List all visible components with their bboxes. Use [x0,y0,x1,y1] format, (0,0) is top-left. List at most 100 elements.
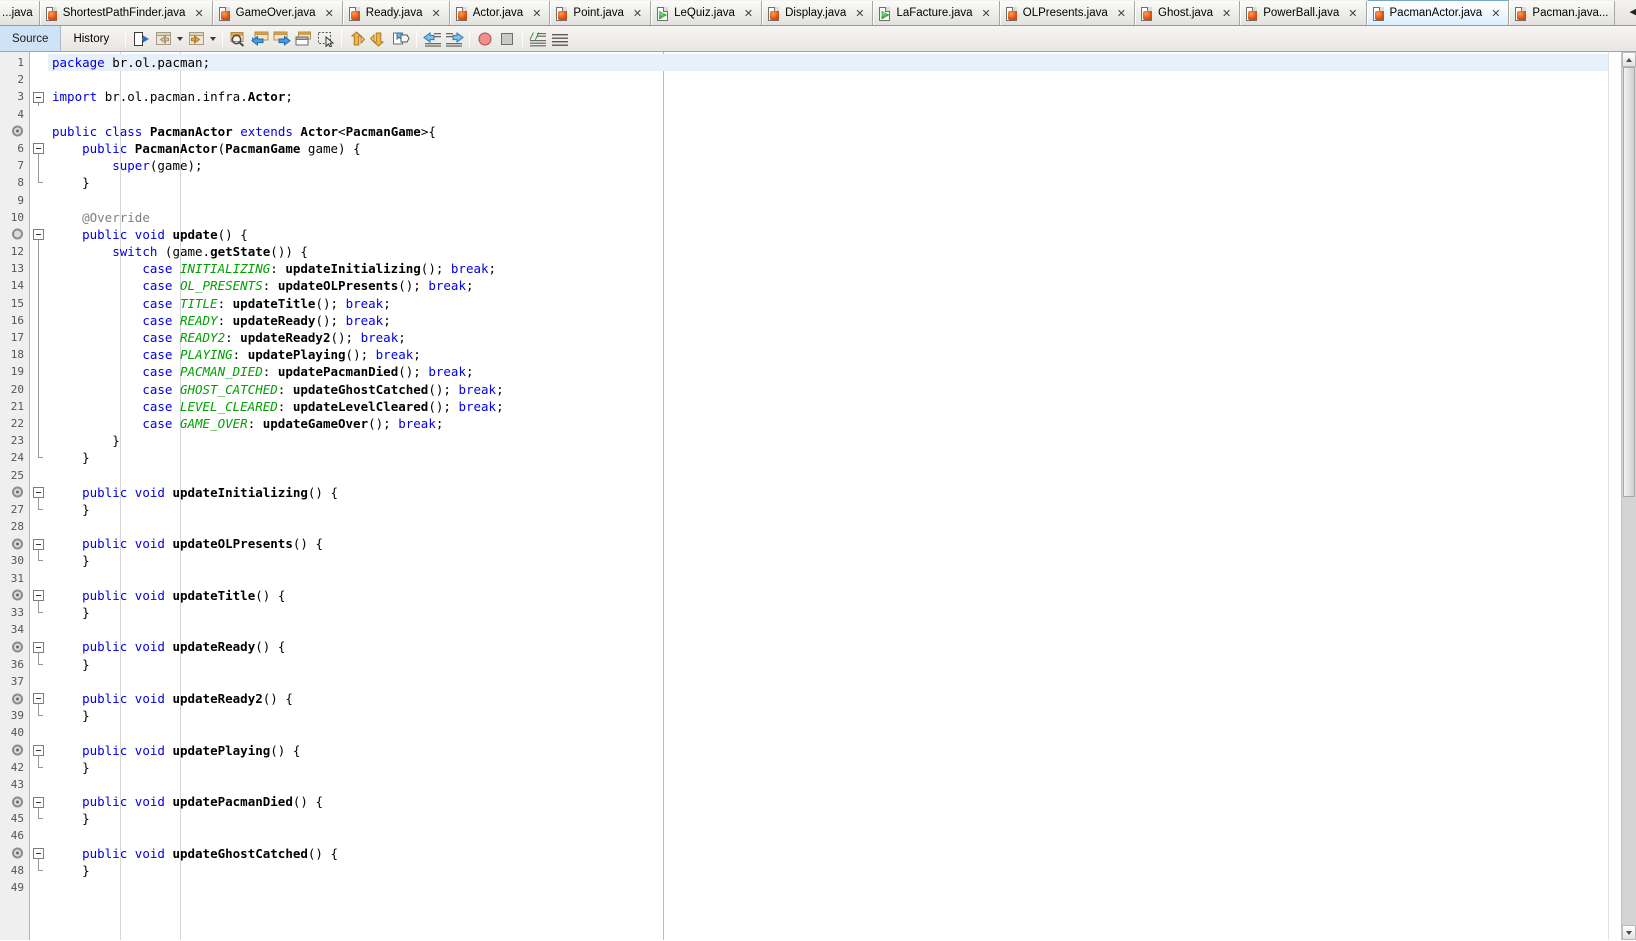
code-line[interactable]: } [48,862,1636,879]
close-icon[interactable]: ✕ [853,7,866,20]
uncomment-icon[interactable] [549,28,571,49]
code-line[interactable]: super(game); [48,157,1636,174]
code-line[interactable]: } [48,604,1636,621]
code-line[interactable] [48,467,1636,484]
line-number[interactable] [0,845,29,862]
line-number[interactable]: 6 [0,140,29,157]
is-overridden-icon[interactable] [12,486,23,498]
fold-collapse-icon[interactable] [33,91,44,103]
code-line[interactable]: import br.ol.pacman.infra.Actor; [48,88,1636,105]
close-icon[interactable]: ✕ [631,7,644,20]
close-icon[interactable]: ✕ [980,7,993,20]
line-number[interactable]: 36 [0,656,29,673]
line-number[interactable]: 2 [0,71,29,88]
scrollbar-track[interactable] [1622,67,1636,925]
code-line[interactable]: case OL_PRESENTS: updateOLPresents(); br… [48,277,1636,294]
line-number[interactable]: 27 [0,501,29,518]
toggle-rectangular-selection-icon[interactable] [315,28,337,49]
line-number[interactable]: 40 [0,724,29,741]
find-next-icon[interactable] [271,28,293,49]
line-number[interactable]: 17 [0,329,29,346]
fold-collapse-icon[interactable] [33,641,44,653]
comment-icon[interactable]: // [527,28,549,49]
line-number[interactable]: 30 [0,552,29,569]
previous-bookmark-icon[interactable] [346,28,368,49]
code-line[interactable] [48,776,1636,793]
find-selection-icon[interactable] [227,28,249,49]
fold-collapse-icon[interactable] [33,538,44,550]
code-text-area[interactable]: package br.ol.pacman; import br.ol.pacma… [48,52,1636,940]
code-line[interactable]: case READY2: updateReady2(); break; [48,329,1636,346]
code-line[interactable] [48,724,1636,741]
line-number[interactable] [0,742,29,759]
line-number[interactable]: 13 [0,260,29,277]
line-number[interactable]: 20 [0,381,29,398]
code-line[interactable]: } [48,552,1636,569]
code-line[interactable]: @Override [48,209,1636,226]
line-number[interactable] [0,226,29,243]
is-overridden-icon[interactable] [12,693,23,705]
fold-collapse-icon[interactable] [33,693,44,705]
line-number[interactable]: 39 [0,707,29,724]
line-number[interactable] [0,535,29,552]
find-all-icon[interactable] [293,28,315,49]
shift-right-icon[interactable] [443,28,465,49]
editor-tab[interactable]: LeQuiz.java ✕ [651,1,763,25]
is-overridden-icon[interactable] [12,641,23,653]
line-number[interactable] [0,690,29,707]
is-overridden-icon[interactable] [12,796,23,808]
line-number[interactable]: 34 [0,621,29,638]
code-line[interactable]: case PACMAN_DIED: updatePacmanDied(); br… [48,363,1636,380]
error-annotation-strip[interactable] [1608,52,1621,940]
code-line[interactable]: } [48,810,1636,827]
code-line[interactable]: } [48,432,1636,449]
close-icon[interactable]: ✕ [742,7,755,20]
toggle-bookmark-icon[interactable] [390,28,412,49]
start-macro-recording-icon[interactable] [474,28,496,49]
code-line[interactable] [48,827,1636,844]
line-number[interactable]: 42 [0,759,29,776]
editor-tab[interactable]: OLPresents.java ✕ [999,1,1135,25]
scrollbar-thumb[interactable] [1623,67,1635,497]
is-overridden-icon[interactable] [12,538,23,550]
line-number[interactable]: 46 [0,827,29,844]
close-icon[interactable]: ✕ [1220,7,1233,20]
editor-tab[interactable]: GameOver.java ✕ [212,1,343,25]
back-icon[interactable] [152,28,174,49]
line-number[interactable]: 10 [0,209,29,226]
code-line[interactable]: case LEVEL_CLEARED: updateLevelCleared()… [48,398,1636,415]
code-folding-column[interactable] [30,52,48,940]
code-line[interactable]: public void updateGhostCatched() { [48,845,1636,862]
code-line[interactable]: } [48,174,1636,191]
line-number[interactable]: 43 [0,776,29,793]
scroll-up-button[interactable] [1622,52,1636,67]
code-line[interactable] [48,673,1636,690]
line-number[interactable]: 25 [0,467,29,484]
editor-tab[interactable]: ShortestPathFinder.java ✕ [39,1,213,25]
line-number[interactable]: 4 [0,106,29,123]
line-number[interactable]: 14 [0,277,29,294]
forward-dropdown-icon[interactable] [207,28,218,49]
code-line[interactable]: case READY: updateReady(); break; [48,312,1636,329]
close-icon[interactable]: ✕ [429,7,442,20]
code-line[interactable]: switch (game.getState()) { [48,243,1636,260]
line-number[interactable] [0,587,29,604]
line-number[interactable]: 16 [0,312,29,329]
line-number[interactable]: 28 [0,518,29,535]
line-number[interactable]: 15 [0,295,29,312]
forward-icon[interactable] [185,28,207,49]
view-tab-history[interactable]: History [61,26,121,51]
line-number[interactable]: 22 [0,415,29,432]
line-number[interactable]: 8 [0,174,29,191]
code-line[interactable]: } [48,656,1636,673]
back-dropdown-icon[interactable] [174,28,185,49]
line-number[interactable]: 49 [0,879,29,896]
code-line[interactable]: case GHOST_CATCHED: updateGhostCatched()… [48,381,1636,398]
next-bookmark-icon[interactable] [368,28,390,49]
overrides-method-icon[interactable] [12,228,23,240]
close-icon[interactable]: ✕ [1489,7,1502,20]
line-number[interactable]: 45 [0,810,29,827]
code-line[interactable] [48,192,1636,209]
code-line[interactable]: } [48,759,1636,776]
vertical-scrollbar[interactable] [1621,52,1636,940]
